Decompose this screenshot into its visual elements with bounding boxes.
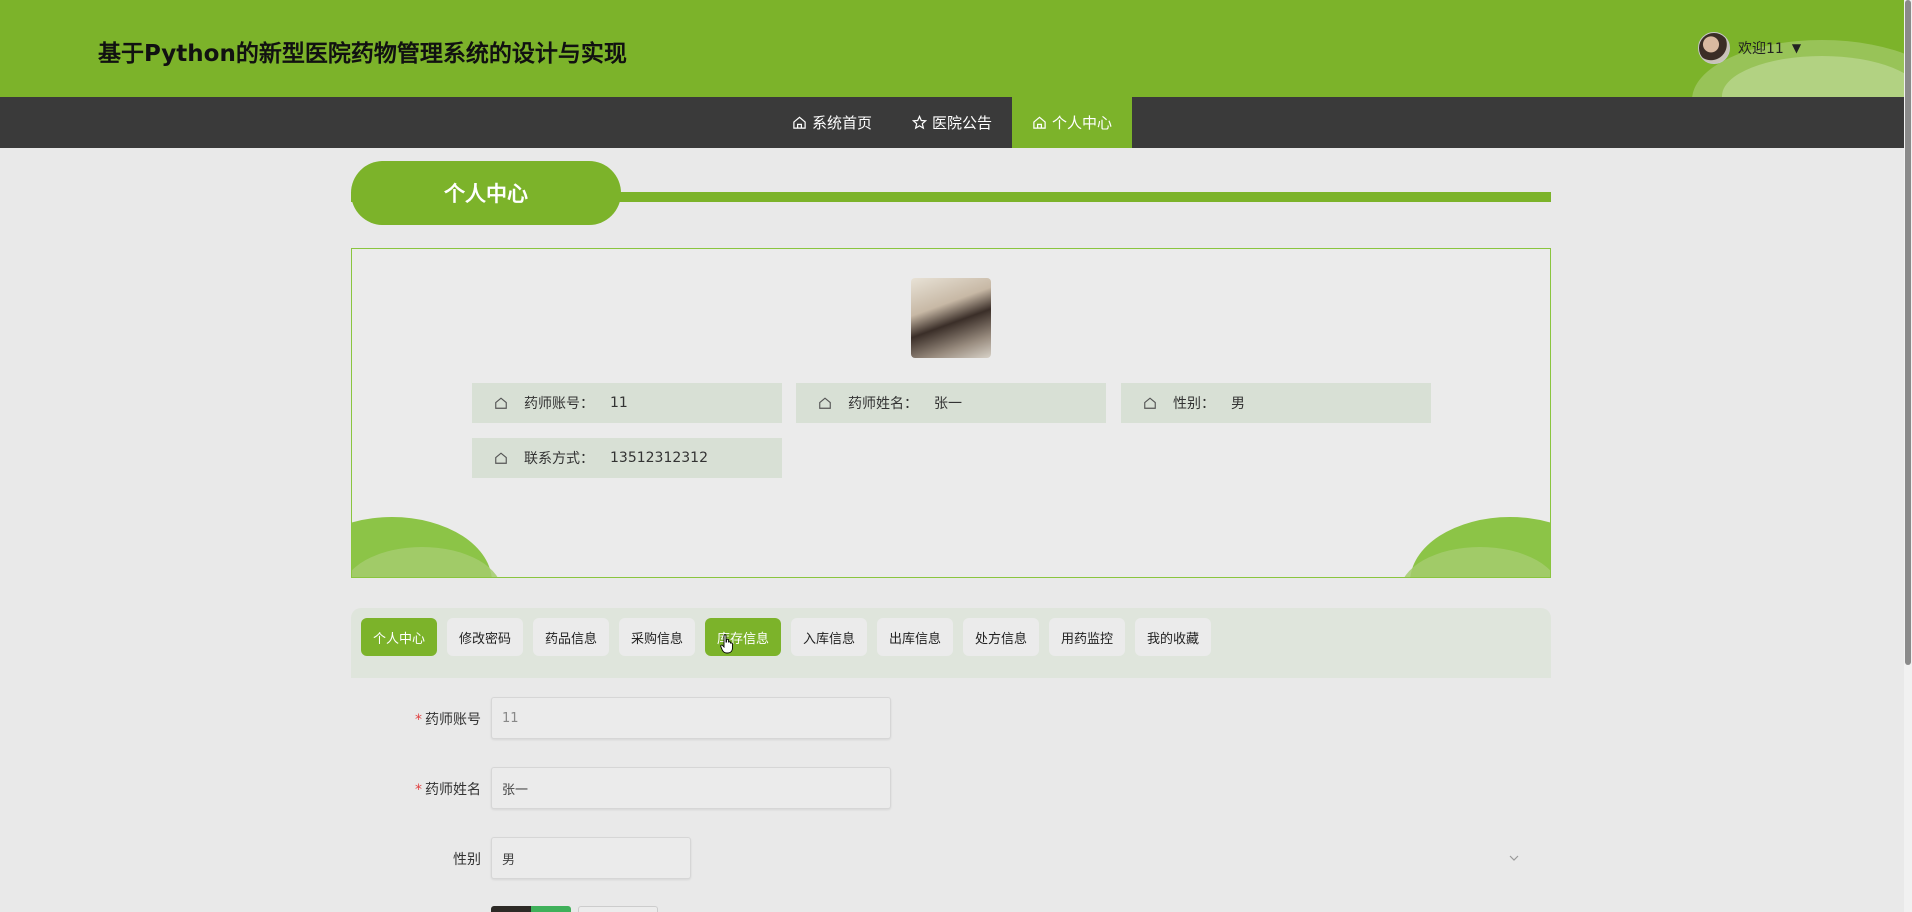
info-label: 联系方式： [524,451,594,467]
main-nav: 系统首页 医院公告 个人中心 [0,97,1912,148]
welcome-text[interactable]: 欢迎11 [1738,38,1784,58]
required-mark: * [415,782,422,798]
account-field-label: * 药师账号 [351,709,481,729]
upload-button[interactable] [578,906,658,912]
home-icon [1033,116,1046,129]
tab-personal-center[interactable]: 个人中心 [361,618,437,656]
home-icon [495,397,507,409]
home-icon [495,452,507,464]
user-avatar[interactable] [1698,32,1730,64]
star-icon [912,115,928,130]
info-label: 性别： [1173,396,1215,412]
site-title: 基于Python的新型医院药物管理系统的设计与实现 [98,41,627,67]
info-value: 11 [610,395,628,411]
nav-item-home[interactable]: 系统首页 [772,97,892,148]
tab-inventory-info[interactable]: 库存信息 [705,618,781,656]
info-label: 药师账号： [524,396,594,412]
hand-cursor-icon [720,634,733,654]
home-icon [819,397,831,409]
info-value: 男 [1231,396,1245,412]
tab-stock-in-info[interactable]: 入库信息 [791,618,867,656]
tab-drug-info[interactable]: 药品信息 [533,618,609,656]
nav-item-personal-center[interactable]: 个人中心 [1012,97,1133,148]
nav-item-announcements[interactable]: 医院公告 [892,97,1012,148]
site-header: 基于Python的新型医院药物管理系统的设计与实现 欢迎11 ▼ [0,0,1912,97]
info-account: 药师账号： 11 [472,383,782,423]
home-icon [793,116,806,129]
user-menu[interactable]: 欢迎11 ▼ [1698,32,1801,64]
tab-change-password[interactable]: 修改密码 [447,618,523,656]
avatar-upload-preview[interactable] [491,906,571,912]
tab-stock-out-info[interactable]: 出库信息 [877,618,953,656]
profile-card: 药师账号： 11 药师姓名： 张一 性别： 男 联系方式： 1351231231… [351,248,1551,578]
nav-item-label: 医院公告 [932,114,993,132]
name-field-label: * 药师姓名 [351,779,481,799]
nav-item-label: 个人中心 [1052,114,1113,132]
tab-medication-monitor[interactable]: 用药监控 [1049,618,1125,656]
scrollbar-thumb[interactable] [1905,0,1911,665]
tab-prescription-info[interactable]: 处方信息 [963,618,1039,656]
chevron-down-icon[interactable] [1508,852,1520,864]
account-input[interactable]: 11 [491,697,891,739]
label-text: 药师姓名 [425,782,481,798]
gender-select[interactable]: 男 [491,837,691,879]
caret-down-icon[interactable]: ▼ [1792,41,1801,55]
label-text: 药师账号 [425,712,481,728]
info-value: 13512312312 [610,450,708,466]
tab-purchase-info[interactable]: 采购信息 [619,618,695,656]
leaf-decoration [351,399,352,539]
page-title: 个人中心 [351,161,621,225]
nav-item-label: 系统首页 [812,114,873,132]
info-gender: 性别： 男 [1121,383,1431,423]
required-mark: * [415,712,422,728]
info-phone: 联系方式： 13512312312 [472,438,782,478]
tab-my-favorites[interactable]: 我的收藏 [1135,618,1211,656]
profile-avatar [911,278,991,358]
center-tabs: 个人中心 修改密码 药品信息 采购信息 库存信息 入库信息 出库信息 处方信息 … [351,608,1551,678]
leaf-decoration [1550,399,1551,539]
info-name: 药师姓名： 张一 [796,383,1106,423]
name-input[interactable]: 张一 [491,767,891,809]
gender-field-label: 性别 [453,852,481,868]
home-icon [1144,397,1156,409]
info-label: 药师姓名： [848,396,918,412]
info-value: 张一 [934,396,962,412]
